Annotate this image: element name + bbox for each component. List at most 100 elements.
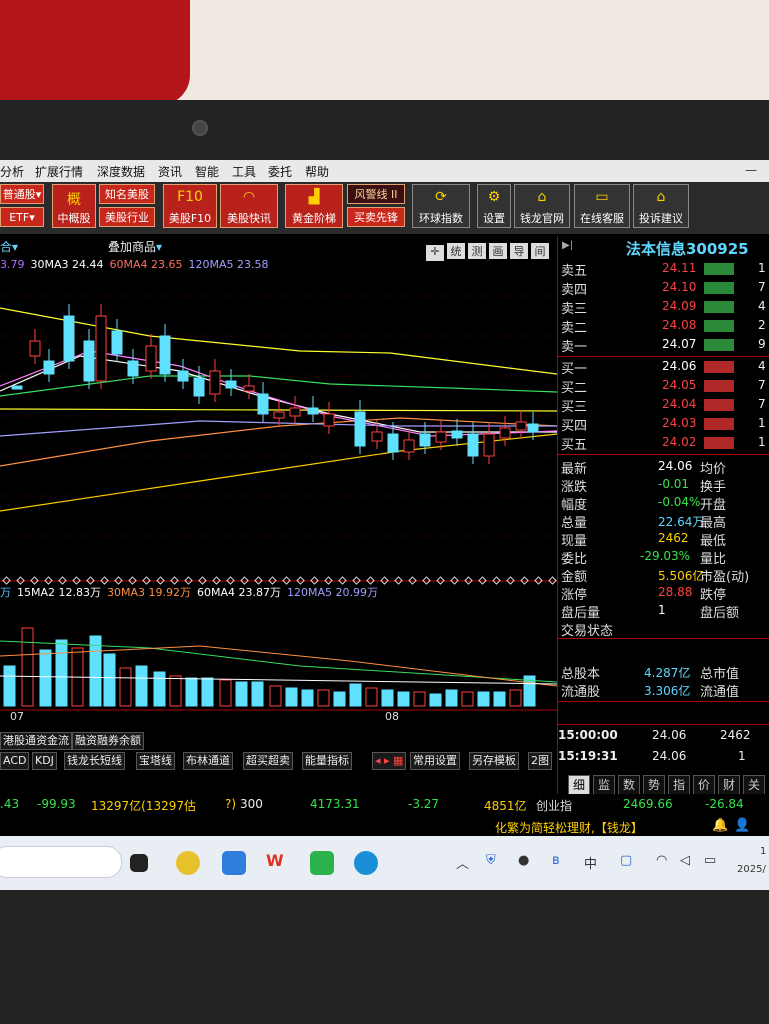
tab-common-settings[interactable]: 常用设置 [410,752,460,770]
us-flash-news-button[interactable]: ◠ 美股快讯 [220,184,278,228]
buy-volume: 7 [758,397,766,411]
sell-volume: 7 [758,280,766,294]
tab-energy[interactable]: 能量指标 [302,752,352,770]
screen: 分析 扩展行情 深度数据 资讯 智能 工具 委托 帮助 — 普通股▾ ETF▾ … [0,160,769,890]
us-industry-button[interactable]: 美股行业 [99,207,155,227]
tick-time: 15:00:00 [558,728,618,742]
app-icon-2[interactable] [222,851,246,875]
common-stock-button[interactable]: 普通股▾ [0,184,44,204]
right-tab-1[interactable]: 监 [593,775,615,795]
tab-long-short[interactable]: 钱龙长短线 [64,752,125,770]
online-service-label: 在线客服 [580,212,624,225]
candlestick [323,413,335,427]
wifi-icon[interactable]: ◠ [656,853,667,868]
famous-us-stocks-button[interactable]: 知名美股 [99,184,155,204]
task-view-icon[interactable] [130,854,148,872]
tab-kdj[interactable]: KDJ [32,752,57,770]
tray-chevron-icon[interactable]: ︿ [456,853,469,872]
tab-overbought[interactable]: 超买超卖 [243,752,293,770]
global-index-label: 环球指数 [419,212,463,225]
right-tab-5[interactable]: 价 [693,775,715,795]
menu-item-extended-quotes[interactable]: 扩展行情 [35,163,83,180]
ime-indicator[interactable]: 中 [584,853,597,872]
tab-arrows-icon[interactable]: ◂ ▸ ▦ [372,752,407,770]
candlestick [63,315,75,362]
menu-item-tools[interactable]: 工具 [232,163,256,180]
candlestick [289,407,301,417]
quote-label: 现量 [561,534,588,549]
menu-item-order[interactable]: 委托 [268,163,292,180]
online-service-button[interactable]: ▭ 在线客服 [574,184,630,228]
quote-label-2: 最低 [700,534,727,549]
taskbar-search[interactable] [0,846,122,878]
volume-bar [201,677,214,707]
buy-row: 买五 24.02 1 [558,434,769,453]
panel-collapse-icon[interactable]: ▶| [562,240,573,251]
minimize-icon[interactable]: — [745,163,757,177]
menu-item-analysis[interactable]: 分析 [0,163,24,180]
right-tab-2[interactable]: 数 [618,775,640,795]
bluetooth-icon[interactable]: ʙ [552,853,560,868]
risk-line-button[interactable]: 风警线 II [347,184,405,204]
bell-icon[interactable]: 🔔 [712,818,728,833]
menu-item-help[interactable]: 帮助 [305,163,329,180]
shield-icon[interactable]: ⛨ [486,853,496,868]
quote-label-2: 量比 [700,552,727,567]
tab-hk-connect-flow[interactable]: 港股通资金流 [0,732,72,750]
right-tab-4[interactable]: 指 [668,775,690,795]
wechat-icon[interactable] [310,851,334,875]
official-site-button[interactable]: ⌂ 钱龙官网 [514,184,570,228]
complaint-button[interactable]: ⌂ 投诉建议 [633,184,689,228]
right-tab-3[interactable]: 势 [643,775,665,795]
app-icon-1[interactable] [176,851,200,875]
china-concept-button[interactable]: 概中概股 [52,184,96,228]
clock-date[interactable]: 2025/ [737,864,766,875]
candlestick [257,393,269,415]
f10-icon: F10 [177,189,203,205]
etf-button[interactable]: ETF▾ [0,207,44,227]
tab-bollinger[interactable]: 布林通道 [183,752,233,770]
volume-icon[interactable]: ◁ [680,853,690,868]
volume-bar [119,667,132,707]
qq-icon[interactable]: ● [518,853,529,868]
scrolling-ticker: 化繁为简轻松理财,【钱龙】 🔔 👤 [0,816,769,836]
quote-value: -0.01 [658,477,690,491]
right-tab-0[interactable]: 细 [568,775,590,795]
quote-panel: ▶| 法本信息300925 卖五 24.11 1 卖四 24.10 7 卖三 24.09 4 卖二… [557,236,769,796]
menu-item-depth-data[interactable]: 深度数据 [97,163,145,180]
sell-label: 卖五 [561,264,588,279]
share-label: 流通股 [561,685,601,700]
home-icon: ⌂ [656,189,666,205]
tab-save-template[interactable]: 另存模板 [469,752,519,770]
tab-tower-line[interactable]: 宝塔线 [136,752,175,770]
candlestick [111,330,123,355]
us-f10-button[interactable]: F10 美股F10 [163,184,217,228]
buy-volume: 7 [758,378,766,392]
edge-icon[interactable] [354,851,378,875]
global-index-button[interactable]: ⟳ 环球指数 [412,184,470,228]
vol-legend-item: 15MA2 12.83万 [17,586,101,599]
user-icon[interactable]: 👤 [734,818,750,833]
app-tray-icon[interactable]: ▢ [620,853,632,868]
wps-icon[interactable]: W [266,851,290,875]
index-status-bar: .43 -99.93 13297亿(13297估 ?) 300 4173.31 … [0,794,769,816]
ticker-text: 化繁为简轻松理财,【钱龙】 [495,821,643,835]
menu-item-news[interactable]: 资讯 [158,163,182,180]
golden-ladder-button[interactable]: ▟ 黄金阶梯 [285,184,343,228]
trade-pioneer-button[interactable]: 买卖先锋 [347,207,405,227]
menu-item-smart[interactable]: 智能 [195,163,219,180]
right-tab-6[interactable]: 财 [718,775,740,795]
tab-acd[interactable]: ACD [0,752,30,770]
chart-area[interactable]: 合▾ 叠加商品▾ ✛ 统测画导间 3.79 30MA3 24.44 60MA4 23.… [0,236,557,796]
battery-icon[interactable]: ▭ [704,853,716,868]
right-tab-7[interactable]: 关 [743,775,765,795]
candlestick [483,433,495,457]
candlestick [307,407,319,415]
chat-icon: ▭ [595,189,609,205]
candlestick [467,433,479,457]
share-label-2: 流通值 [700,685,740,700]
tab-margin-balance[interactable]: 融资融券余额 [72,732,144,750]
clock-time[interactable]: 1 [760,846,766,857]
settings-button[interactable]: ⚙ 设置 [477,184,511,228]
tab-two-charts[interactable]: 2图 [528,752,552,770]
